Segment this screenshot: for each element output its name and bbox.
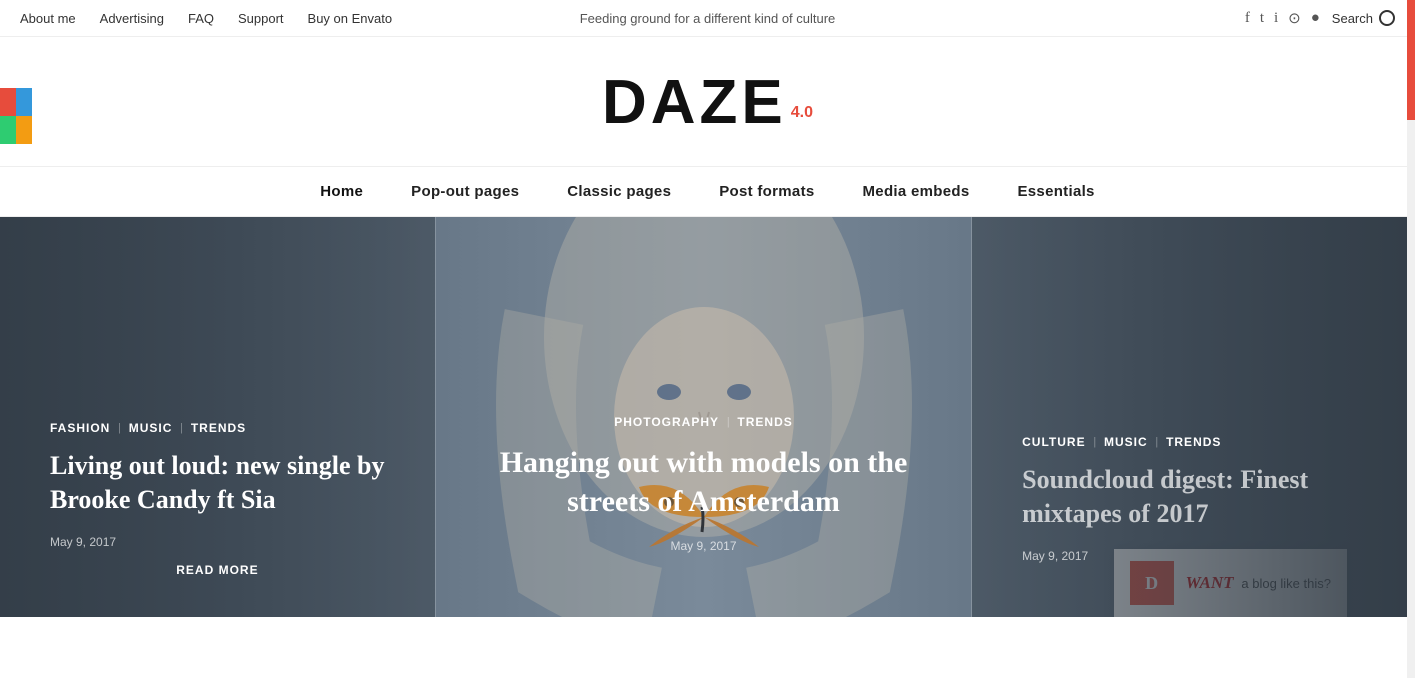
tag-trends-center[interactable]: Trends (737, 415, 792, 429)
center-hero-date: May 9, 2017 (486, 539, 921, 553)
instagram-icon[interactable]: i (1274, 10, 1278, 27)
right-category-tags: Culture | Music | Trends (1022, 434, 1357, 449)
right-hero-date: May 9, 2017 (1022, 549, 1357, 563)
left-hero-date: May 9, 2017 (50, 535, 385, 549)
color-block-red (0, 88, 16, 116)
tag-music-right[interactable]: Music (1104, 435, 1148, 449)
hero-slider: Fashion | Music | Trends Living out loud… (0, 217, 1407, 617)
nav-classic[interactable]: Classic pages (567, 183, 671, 200)
circle-icon[interactable]: ● (1311, 10, 1320, 27)
color-block-green (0, 116, 16, 144)
center-hero-title: Hanging out with models on the streets o… (486, 443, 921, 521)
faq-link[interactable]: FAQ (188, 11, 214, 26)
support-link[interactable]: Support (238, 11, 284, 26)
logo-area: DAZE4.0 (0, 37, 1415, 166)
nav-home[interactable]: Home (320, 183, 363, 200)
tag-photography[interactable]: Photography (614, 415, 719, 429)
color-blocks (0, 88, 32, 144)
left-hero-title: Living out loud: new single by Brooke Ca… (50, 449, 385, 517)
panel-divider-left (435, 217, 436, 617)
advertising-link[interactable]: Advertising (100, 11, 164, 26)
search-label: Search (1332, 11, 1373, 26)
scrollbar[interactable] (1407, 0, 1415, 678)
nav-essentials[interactable]: Essentials (1017, 183, 1094, 200)
nav-popout[interactable]: Pop-out pages (411, 183, 519, 200)
hero-slide-left: Fashion | Music | Trends Living out loud… (0, 217, 435, 617)
logo-version: 4.0 (791, 104, 813, 121)
top-bar-right: f t i ⊙ ● Search (1245, 9, 1395, 28)
twitter-icon[interactable]: t (1260, 10, 1264, 27)
social-icons: f t i ⊙ ● (1245, 9, 1320, 28)
color-block-orange (16, 116, 32, 144)
top-bar: About me Advertising FAQ Support Buy on … (0, 0, 1415, 37)
logo[interactable]: DAZE4.0 (602, 67, 813, 138)
tag-trends-right[interactable]: Trends (1166, 435, 1221, 449)
nav-post-formats[interactable]: Post formats (719, 183, 814, 200)
hero-slide-right: Culture | Music | Trends Soundcloud dige… (972, 217, 1407, 617)
scrollbar-thumb[interactable] (1407, 0, 1415, 120)
tag-music-left[interactable]: Music (129, 421, 173, 435)
top-nav-links: About me Advertising FAQ Support Buy on … (20, 11, 392, 26)
left-category-tags: Fashion | Music | Trends (50, 420, 385, 435)
tag-culture[interactable]: Culture (1022, 435, 1085, 449)
logo-text: DAZE (602, 68, 787, 137)
read-more-button[interactable]: Read more (50, 563, 385, 577)
center-category-tags: Photography | Trends (486, 414, 921, 429)
nav-media[interactable]: Media embeds (863, 183, 970, 200)
buy-envato-link[interactable]: Buy on Envato (308, 11, 393, 26)
right-hero-title: Soundcloud digest: Finest mixtapes of 20… (1022, 463, 1357, 531)
facebook-icon[interactable]: f (1245, 10, 1250, 27)
search-icon[interactable] (1379, 10, 1395, 26)
tag-fashion[interactable]: Fashion (50, 421, 110, 435)
search-area[interactable]: Search (1332, 10, 1395, 26)
hero-slide-center: Photography | Trends Hanging out with mo… (436, 217, 971, 617)
main-nav: Home Pop-out pages Classic pages Post fo… (0, 166, 1415, 217)
about-me-link[interactable]: About me (20, 11, 76, 26)
panel-divider-right (971, 217, 972, 617)
dribbble-icon[interactable]: ⊙ (1288, 9, 1301, 28)
tagline: Feeding ground for a different kind of c… (580, 11, 836, 26)
color-block-blue (16, 88, 32, 116)
tag-trends-left[interactable]: Trends (191, 421, 246, 435)
